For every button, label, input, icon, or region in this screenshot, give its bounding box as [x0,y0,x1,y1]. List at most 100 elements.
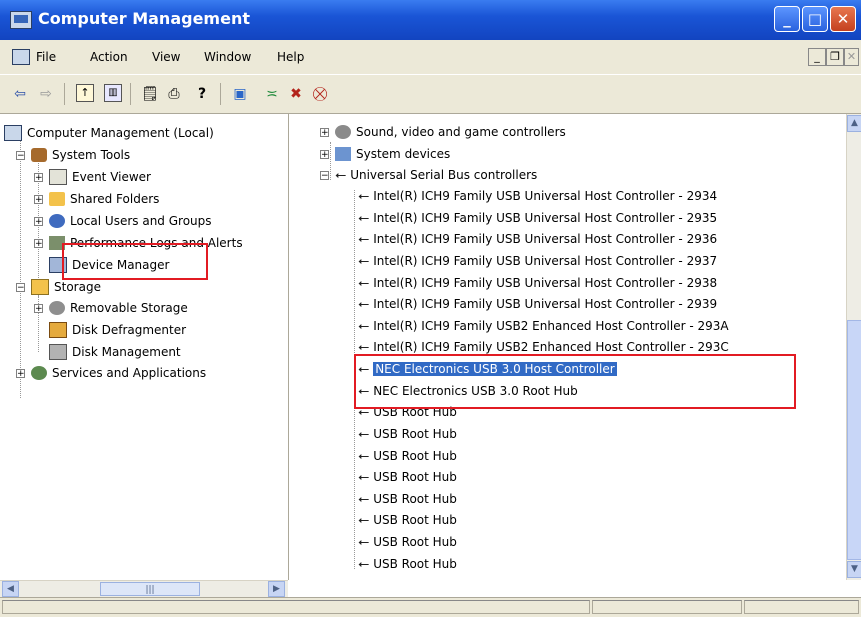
expand-toggle[interactable]: + [34,216,43,226]
console-tree[interactable]: Computer Management (Local) − System Too… [0,114,289,580]
device-manager-icon [49,257,67,273]
device-item[interactable]: ⭠ USB Root Hub [358,490,457,508]
scan-hardware-icon[interactable]: ▣ [230,84,250,104]
window-title: Computer Management [38,9,250,28]
print-icon[interactable]: ⎙ [164,84,184,104]
disable-device-icon[interactable]: ✖ [286,84,306,104]
help-icon[interactable]: ? [192,84,212,104]
horizontal-scrollbar[interactable]: ◀ ||| ▶ [0,580,288,598]
device-item[interactable]: ⭠ USB Root Hub [358,447,457,465]
expand-toggle[interactable]: + [34,194,43,204]
device-category-system[interactable]: + System devices [320,145,450,163]
device-list-pane[interactable]: + Sound, video and game controllers + Sy… [290,114,846,580]
toolbar-separator [64,83,65,105]
child-minimize-button[interactable]: _ [808,48,826,66]
collapse-toggle[interactable]: − [320,170,329,180]
up-one-level-icon[interactable]: ↑ [76,84,94,102]
device-label: Intel(R) ICH9 Family USB Universal Host … [373,211,718,225]
tree-label: Event Viewer [72,170,151,184]
toolbar: ⇦ ⇨ ↑ ▥ 🗒 ⎙ ? ▣ ≍ ✖ ⛒ [0,74,861,114]
scroll-up-icon[interactable]: ▲ [847,115,861,132]
tree-item-shared-folders[interactable]: + Shared Folders [34,190,159,208]
tree-label: System Tools [52,148,131,162]
device-item[interactable]: ⭠ Intel(R) ICH9 Family USB2 Enhanced Host… [358,338,729,356]
device-item[interactable]: ⭠ USB Root Hub [358,425,457,443]
tree-item-device-manager[interactable]: Device Manager [49,256,169,274]
device-item[interactable]: ⭠ USB Root Hub [358,511,457,529]
properties-icon[interactable]: 🗒 [140,84,160,104]
device-item[interactable]: ⭠ USB Root Hub [358,533,457,551]
shared-folders-icon [49,192,65,206]
menu-action[interactable]: Action [90,50,128,64]
tree-item-disk-management[interactable]: Disk Management [49,343,181,361]
tree-item-event-viewer[interactable]: + Event Viewer [34,168,151,186]
uninstall-device-icon[interactable]: ⛒ [310,84,330,104]
expand-toggle[interactable]: + [34,238,43,248]
device-item[interactable]: ⭠ Intel(R) ICH9 Family USB2 Enhanced Host… [358,317,729,335]
expand-toggle[interactable]: + [34,172,43,182]
menu-view[interactable]: View [152,50,180,64]
device-item[interactable]: ⭠ USB Root Hub [358,468,457,486]
device-item-nec-root-hub[interactable]: ⭠ NEC Electronics USB 3.0 Root Hub [358,382,578,400]
device-item[interactable]: ⭠ Intel(R) ICH9 Family USB Universal Host… [358,230,717,248]
tree-item-storage[interactable]: − Storage [16,278,101,296]
title-bar[interactable]: Computer Management _ □ ✕ [0,0,861,40]
tree-item-root[interactable]: Computer Management (Local) [4,124,214,142]
status-cell [744,600,859,614]
collapse-toggle[interactable]: − [16,282,25,292]
close-button[interactable]: ✕ [830,6,856,32]
minimize-button[interactable]: _ [774,6,800,32]
device-item[interactable]: ⭠ Intel(R) ICH9 Family USB Universal Host… [358,209,717,227]
horizontal-scroll-thumb[interactable]: ||| [100,582,200,596]
device-category-usb[interactable]: − ⭠ Universal Serial Bus controllers [320,166,537,184]
update-driver-icon[interactable]: ≍ [262,84,282,104]
tree-item-system-tools[interactable]: − System Tools [16,146,130,164]
expand-toggle[interactable]: + [34,303,43,313]
device-label: USB Root Hub [373,427,457,441]
device-item[interactable]: ⭠ Intel(R) ICH9 Family USB Universal Host… [358,274,717,292]
device-label-selected: NEC Electronics USB 3.0 Host Controller [373,362,617,376]
menu-file[interactable]: File [36,50,56,64]
device-label: NEC Electronics USB 3.0 Root Hub [373,384,578,398]
menu-help[interactable]: Help [277,50,304,64]
collapse-toggle[interactable]: − [16,150,25,160]
usb-icon: ⭠ [358,404,370,420]
device-label: USB Root Hub [373,449,457,463]
tree-item-local-users[interactable]: + Local Users and Groups [34,212,212,230]
expand-toggle[interactable]: + [320,149,329,159]
scroll-right-icon[interactable]: ▶ [268,581,285,597]
scroll-down-icon[interactable]: ▼ [847,561,861,578]
sound-device-icon [335,125,351,139]
tree-item-disk-defragmenter[interactable]: Disk Defragmenter [49,321,186,339]
device-item[interactable]: ⭠ Intel(R) ICH9 Family USB Universal Host… [358,295,717,313]
forward-icon[interactable]: ⇨ [36,84,56,104]
device-category-sound[interactable]: + Sound, video and game controllers [320,123,566,141]
device-label: Sound, video and game controllers [356,125,566,139]
menu-window[interactable]: Window [204,50,251,64]
scroll-left-icon[interactable]: ◀ [2,581,19,597]
show-hide-tree-icon[interactable]: ▥ [104,84,122,102]
vertical-scrollbar[interactable]: ▲ ▼ [846,114,861,580]
tree-item-removable-storage[interactable]: + Removable Storage [34,299,188,317]
device-item[interactable]: ⭠ USB Root Hub [358,555,457,573]
tree-item-services-applications[interactable]: + Services and Applications [16,364,206,382]
child-close-button[interactable]: ✕ [844,48,859,66]
back-icon[interactable]: ⇦ [10,84,30,104]
usb-icon: ⭠ [358,512,370,528]
device-item[interactable]: ⭠ Intel(R) ICH9 Family USB Universal Host… [358,187,717,205]
expand-toggle[interactable]: + [320,127,329,137]
tree-label: Performance Logs and Alerts [70,236,243,250]
users-icon [49,214,65,228]
tree-label: Storage [54,280,101,294]
device-item[interactable]: ⭠ USB Root Hub [358,403,457,421]
tree-label: Disk Management [72,345,181,359]
device-item[interactable]: ⭠ Intel(R) ICH9 Family USB Universal Host… [358,252,717,270]
child-restore-button[interactable]: ❐ [826,48,844,66]
mmc-document-icon[interactable] [12,49,30,65]
tree-label: Services and Applications [52,366,207,380]
maximize-button[interactable]: □ [802,6,828,32]
vertical-scroll-thumb[interactable] [847,320,861,560]
expand-toggle[interactable]: + [16,368,25,378]
device-item-nec-host-controller[interactable]: ⭠ NEC Electronics USB 3.0 Host Controller [358,360,617,378]
tree-item-performance-logs[interactable]: + Performance Logs and Alerts [34,234,243,252]
